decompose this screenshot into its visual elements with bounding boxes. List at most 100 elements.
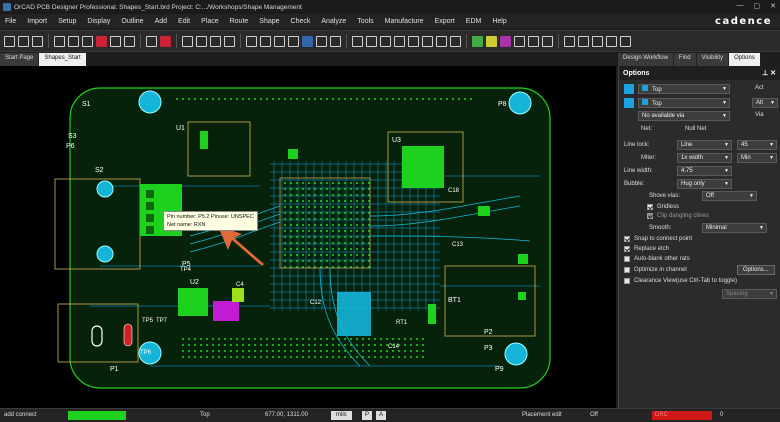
slide-icon[interactable]	[260, 35, 271, 47]
unroute-icon[interactable]	[160, 35, 171, 47]
zoom-world-icon[interactable]	[394, 35, 405, 47]
line-lock-select[interactable]: Line ▼	[677, 140, 732, 150]
pin-swap-icon[interactable]	[146, 35, 157, 47]
p-button[interactable]: P	[362, 411, 373, 420]
new-file-icon[interactable]	[4, 35, 15, 47]
line-width-input[interactable]: 4.75 ▼	[677, 166, 732, 176]
menu-export[interactable]: Export	[435, 18, 455, 25]
options-button[interactable]: Options...	[737, 265, 775, 275]
zoom-in-icon[interactable]	[366, 35, 377, 47]
add-text-icon[interactable]	[196, 35, 207, 47]
menu-check[interactable]: Check	[291, 18, 311, 25]
tab-design-workflow[interactable]: Design Workflow	[618, 53, 674, 66]
shape-icon[interactable]	[288, 35, 299, 47]
auto-blank-checkbox[interactable]	[624, 256, 630, 262]
snap-checkbox[interactable]	[624, 236, 630, 242]
undo-icon[interactable]	[110, 35, 121, 47]
zoom-fit-icon[interactable]	[352, 35, 363, 47]
layer-visibility-icon[interactable]	[528, 35, 539, 47]
copy-icon[interactable]	[68, 35, 79, 47]
board-drawing[interactable]: S1 S2 P6 P5 P8 U1 U2 U3 P1 P9 P2 P3 TP6 …	[0, 66, 616, 408]
act-color-swatch[interactable]	[624, 84, 634, 94]
drc-status[interactable]: DRC	[652, 411, 712, 420]
units-status[interactable]: mils	[331, 411, 352, 420]
maximize-button[interactable]: ▢	[754, 2, 761, 10]
open-file-icon[interactable]	[18, 35, 29, 47]
menu-setup[interactable]: Setup	[58, 18, 76, 25]
a-button[interactable]: A	[376, 411, 387, 420]
dimension-icon[interactable]	[224, 35, 235, 47]
custom-smooth-icon[interactable]	[274, 35, 285, 47]
menu-route[interactable]: Route	[230, 18, 249, 25]
menu-edit[interactable]: Edit	[178, 18, 190, 25]
minimize-button[interactable]: —	[737, 2, 744, 10]
line-lock-angle-select[interactable]: 45 ▼	[737, 140, 777, 150]
spacing-select[interactable]: Spacing ▼	[722, 289, 777, 299]
via-icon[interactable]	[316, 35, 327, 47]
color-icon[interactable]	[472, 35, 483, 47]
menu-display[interactable]: Display	[87, 18, 110, 25]
menu-import[interactable]: Import	[27, 18, 47, 25]
menu-tools[interactable]: Tools	[357, 18, 373, 25]
pin-icon[interactable]: ⊥	[762, 70, 768, 77]
p5-pin-3	[146, 214, 154, 222]
add-connect-icon[interactable]	[246, 35, 257, 47]
tab-start-page[interactable]: Start Page	[0, 53, 40, 66]
gridless-checkbox[interactable]	[647, 204, 653, 210]
shape-fill-icon[interactable]	[302, 35, 313, 47]
dehighlight-icon[interactable]	[500, 35, 511, 47]
save-icon[interactable]	[32, 35, 43, 47]
smooth-select[interactable]: Minimal ▼	[702, 223, 767, 233]
tab-find[interactable]: Find	[673, 53, 697, 66]
add-line-icon[interactable]	[182, 35, 193, 47]
redo-icon[interactable]	[124, 35, 135, 47]
alt-layer-select[interactable]: Top ▼	[638, 98, 730, 108]
shadow-mode-icon[interactable]	[514, 35, 525, 47]
tab-options[interactable]: Options	[729, 53, 761, 66]
constraint-manager-icon[interactable]	[620, 35, 631, 47]
menu-help[interactable]: Help	[492, 18, 506, 25]
edit-text-icon[interactable]	[210, 35, 221, 47]
via-label: Via	[755, 112, 764, 118]
paste-icon[interactable]	[82, 35, 93, 47]
menu-place[interactable]: Place	[201, 18, 219, 25]
shove-vias-select[interactable]: Off ▼	[702, 191, 757, 201]
show-element-icon[interactable]	[606, 35, 617, 47]
menu-shape[interactable]: Shape	[259, 18, 279, 25]
property-edit-icon[interactable]	[592, 35, 603, 47]
tab-visibility[interactable]: Visibility	[696, 53, 730, 66]
tab-shapes-start[interactable]: Shapes_Start	[39, 53, 87, 66]
miter-select[interactable]: 1x width ▼	[677, 153, 732, 163]
zoom-selection-icon[interactable]	[422, 35, 433, 47]
clip-dangling-checkbox[interactable]	[647, 213, 653, 219]
grid-icon[interactable]	[330, 35, 341, 47]
menu-analyze[interactable]: Analyze	[321, 18, 346, 25]
measure-icon[interactable]	[578, 35, 589, 47]
close-window-button[interactable]: ✕	[770, 2, 776, 10]
clearance-view-checkbox[interactable]	[624, 278, 630, 284]
miter-min-select[interactable]: Min ▼	[737, 153, 777, 163]
alt-select[interactable]: Alt ▼	[752, 98, 778, 108]
menu-edm[interactable]: EDM	[466, 18, 482, 25]
drc-update-icon[interactable]	[542, 35, 553, 47]
alt-color-swatch[interactable]	[624, 98, 634, 108]
report-icon[interactable]	[564, 35, 575, 47]
menu-file[interactable]: File	[5, 18, 16, 25]
pcb-canvas[interactable]: S1 S2 P6 P5 P8 U1 U2 U3 P1 P9 P2 P3 TP6 …	[0, 66, 616, 408]
highlight-icon[interactable]	[486, 35, 497, 47]
via-select[interactable]: No available via ▼	[638, 111, 730, 121]
delete-icon[interactable]	[96, 35, 107, 47]
redraw-icon[interactable]	[436, 35, 447, 47]
optimize-checkbox[interactable]	[624, 267, 630, 273]
bubble-select[interactable]: Hug only ▼	[677, 179, 732, 189]
view-3d-icon[interactable]	[450, 35, 461, 47]
act-layer-select[interactable]: Top ▼	[638, 84, 730, 94]
menu-outline[interactable]: Outline	[121, 18, 143, 25]
zoom-previous-icon[interactable]	[408, 35, 419, 47]
close-icon[interactable]: ✕	[770, 70, 776, 77]
move-icon[interactable]	[54, 35, 65, 47]
zoom-out-icon[interactable]	[380, 35, 391, 47]
menu-manufacture[interactable]: Manufacture	[385, 18, 424, 25]
replace-etch-checkbox[interactable]	[624, 246, 630, 252]
menu-add[interactable]: Add	[155, 18, 167, 25]
